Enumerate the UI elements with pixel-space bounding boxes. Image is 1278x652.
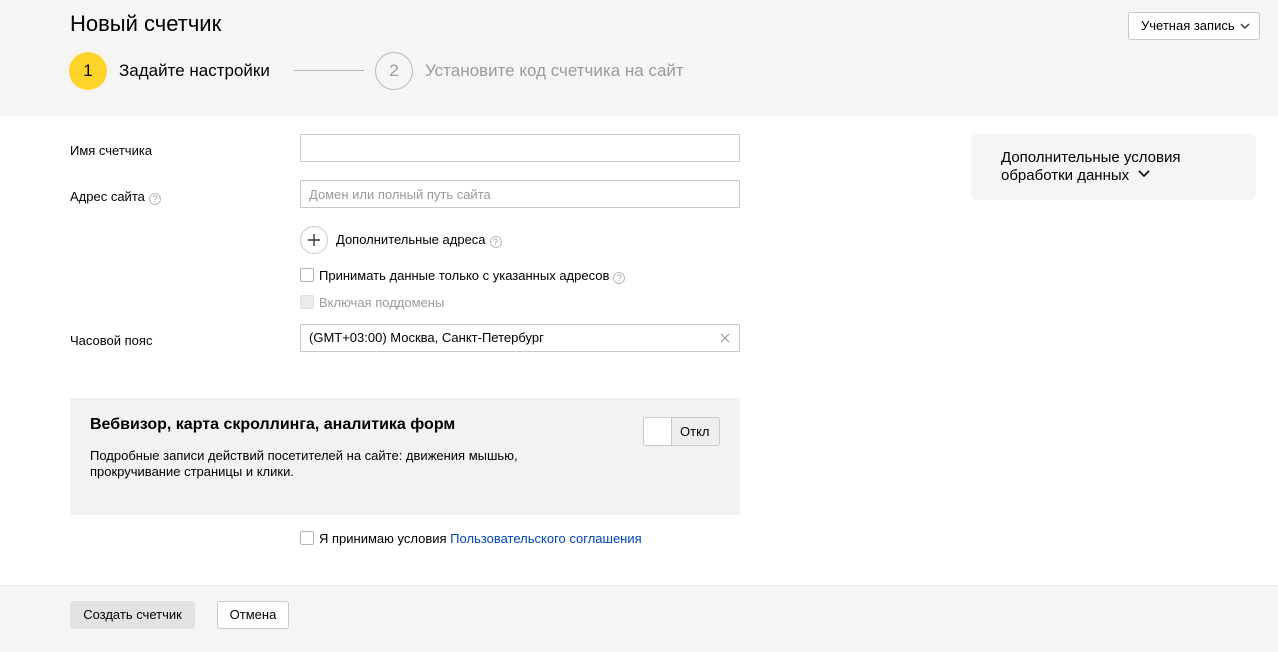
plus-icon (308, 234, 320, 246)
accept-only-checkbox[interactable] (300, 268, 314, 282)
step-divider (294, 70, 364, 71)
help-icon[interactable]: ? (148, 193, 161, 205)
timezone-select[interactable]: (GMT+03:00) Москва, Санкт-Петербург (300, 324, 740, 352)
site-address-label: Адрес сайта (70, 189, 145, 204)
step-1-number: 1 (69, 52, 107, 90)
chevron-down-icon (1138, 170, 1150, 178)
include-subdomains-label: Включая поддомены (319, 295, 445, 310)
create-counter-button[interactable]: Создать счетчик (70, 601, 195, 629)
webvisor-toggle[interactable]: Откл (643, 417, 720, 446)
page-title: Новый счетчик (70, 11, 222, 36)
timezone-label: Часовой пояс (70, 333, 153, 348)
extra-conditions-label: Дополнительные условия обработки данных (1001, 149, 1181, 184)
step-1-label: Задайте настройки (119, 61, 270, 80)
accept-only-label[interactable]: Принимать данные только с указанных адре… (319, 268, 609, 283)
site-address-input[interactable] (300, 180, 740, 208)
add-address-button[interactable] (300, 226, 328, 254)
agreement-label[interactable]: Я принимаю условия (319, 531, 447, 546)
counter-name-input[interactable] (300, 134, 740, 162)
help-icon[interactable]: ? (489, 236, 502, 248)
account-button[interactable]: Учетная запись (1128, 12, 1260, 40)
additional-addresses-row: Дополнительные адреса? (336, 232, 502, 248)
accept-only-row: Принимать данные только с указанных адре… (319, 268, 626, 284)
toggle-knob (644, 418, 672, 445)
timezone-value: (GMT+03:00) Москва, Санкт-Петербург (309, 330, 544, 345)
toggle-label: Откл (680, 424, 710, 439)
help-icon[interactable]: ? (613, 272, 626, 284)
webvisor-title: Вебвизор, карта скроллинга, аналитика фо… (90, 416, 456, 433)
agreement-row: Я принимаю условия Пользовательского сог… (319, 531, 642, 547)
user-agreement-link[interactable]: Пользовательского соглашения (450, 531, 642, 546)
step-2-label: Установите код счетчика на сайт (425, 61, 684, 80)
site-address-label-row: Адрес сайта? (70, 189, 161, 205)
webvisor-description: Подробные записи действий посетителей на… (90, 448, 518, 479)
cancel-button[interactable]: Отмена (217, 601, 289, 629)
extra-conditions-toggle[interactable]: Дополнительные условия обработки данных (1001, 149, 1221, 185)
chevron-down-icon (1240, 23, 1250, 29)
step-2-number: 2 (375, 52, 413, 90)
include-subdomains-checkbox (300, 295, 314, 309)
counter-name-label: Имя счетчика (70, 143, 153, 158)
additional-addresses-label[interactable]: Дополнительные адреса (336, 232, 486, 247)
account-button-label: Учетная запись (1141, 18, 1235, 33)
close-icon[interactable] (718, 331, 732, 345)
agreement-checkbox[interactable] (300, 531, 314, 545)
